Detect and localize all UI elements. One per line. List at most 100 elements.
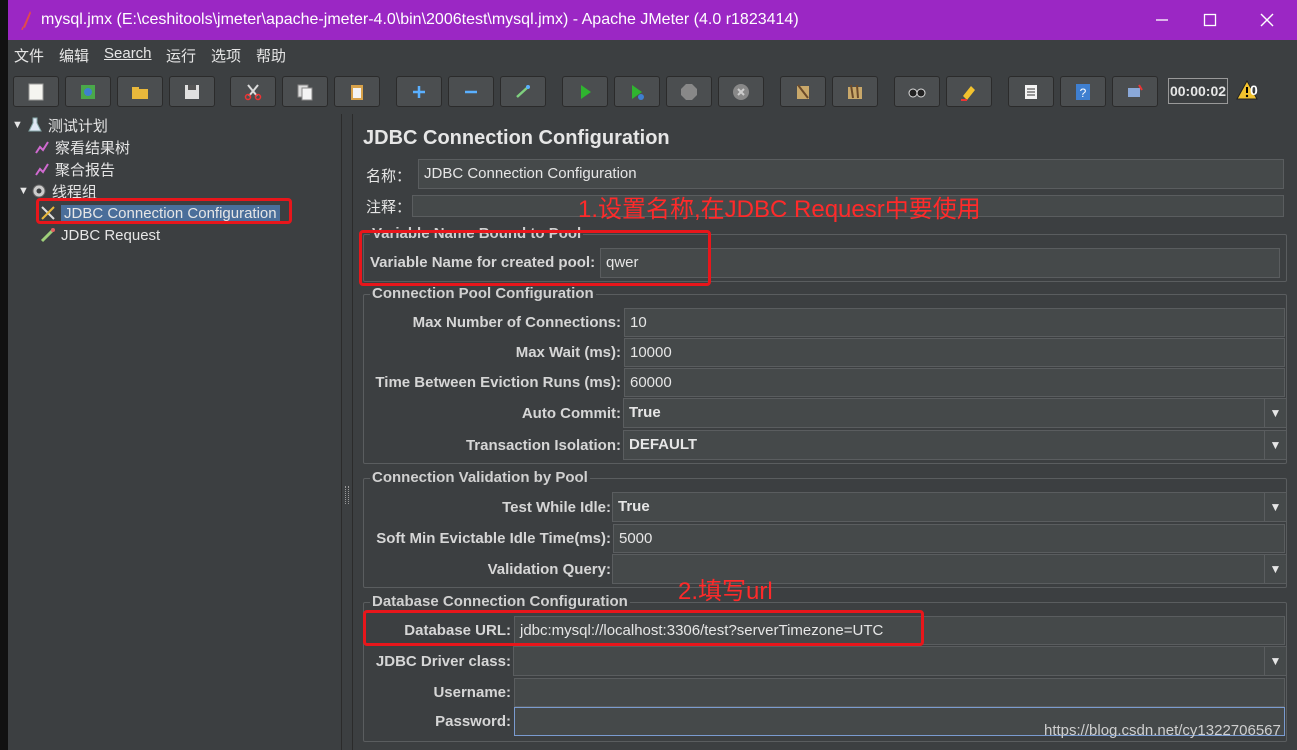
shutdown-icon xyxy=(733,83,749,100)
jmeter-window: mysql.jmx (E:\ceshitools\jmeter\apache-j… xyxy=(8,0,1297,750)
start-no-pause-icon xyxy=(632,84,644,100)
function-helper-button[interactable] xyxy=(1008,76,1054,107)
menu-run[interactable]: 运行 xyxy=(166,45,196,66)
save-icon xyxy=(185,84,199,99)
save-button[interactable] xyxy=(169,76,215,107)
username-input[interactable] xyxy=(514,678,1285,707)
clear-button[interactable] xyxy=(780,76,826,107)
help-button[interactable]: ? xyxy=(1060,76,1106,107)
annotation-box-url xyxy=(363,610,924,646)
isolation-label: Transaction Isolation: xyxy=(465,437,621,454)
toggle-icon xyxy=(516,84,530,98)
cut-icon xyxy=(244,83,262,100)
watermark: https://blog.csdn.net/cy1322706567 xyxy=(1044,722,1281,739)
close-icon[interactable] xyxy=(1253,6,1281,34)
soft-min-input[interactable]: 5000 xyxy=(613,524,1285,553)
eviction-input[interactable]: 60000 xyxy=(624,368,1285,397)
tree-item-jdbc-request[interactable]: JDBC Request xyxy=(40,224,160,246)
stop-icon xyxy=(681,83,697,100)
clear-icon xyxy=(797,83,809,99)
elapsed-timer: 00:00:02 xyxy=(1168,78,1228,104)
thread-group-icon xyxy=(32,184,46,198)
test-idle-label: Test While Idle: xyxy=(502,499,611,516)
new-button[interactable] xyxy=(13,76,59,107)
search-icon xyxy=(908,88,926,97)
expand-icon xyxy=(413,85,425,98)
toolbar: ? 00:00:02 0 xyxy=(8,70,1297,114)
open-button[interactable] xyxy=(117,76,163,107)
new-icon xyxy=(28,83,44,100)
validation-query-label: Validation Query: xyxy=(487,561,611,578)
annotation-box-tree xyxy=(36,198,292,224)
jmeter-feather-icon xyxy=(21,11,31,30)
clear-all-icon xyxy=(848,84,862,99)
paste-icon xyxy=(351,84,363,100)
toggle-button[interactable] xyxy=(500,76,546,107)
search-button[interactable] xyxy=(894,76,940,107)
minimize-icon[interactable] xyxy=(1148,6,1176,34)
cut-button[interactable] xyxy=(230,76,276,107)
tree-item-aggregate-report[interactable]: 聚合报告 xyxy=(34,158,115,180)
drag-handle-icon[interactable] xyxy=(345,486,349,504)
driver-class-select[interactable]: ▼ xyxy=(513,646,1287,676)
shutdown-button[interactable] xyxy=(718,76,764,107)
chevron-down-icon[interactable]: ▼ xyxy=(1264,399,1286,427)
comment-label: 注释： xyxy=(366,199,412,216)
expand-arrow-icon[interactable]: ▼ xyxy=(12,119,23,131)
annotation-box-variable xyxy=(359,230,711,286)
soft-min-label: Soft Min Evictable Idle Time(ms): xyxy=(376,530,611,547)
collapse-icon xyxy=(465,90,477,93)
expand-button[interactable] xyxy=(396,76,442,107)
paste-button[interactable] xyxy=(334,76,380,107)
sampler-icon xyxy=(40,228,55,243)
listener-icon xyxy=(35,141,49,154)
split-pane-divider[interactable] xyxy=(341,114,353,750)
max-wait-label: Max Wait (ms): xyxy=(515,344,621,361)
isolation-select[interactable]: DEFAULT ▼ xyxy=(623,430,1287,460)
menu-file[interactable]: 文件 xyxy=(14,45,44,66)
test-idle-select[interactable]: True ▼ xyxy=(612,492,1287,522)
test-plan-icon xyxy=(28,117,42,132)
expand-arrow-icon[interactable]: ▼ xyxy=(18,185,29,197)
menu-edit[interactable]: 编辑 xyxy=(59,45,89,66)
listener-icon xyxy=(35,163,49,176)
tree-item-result-tree[interactable]: 察看结果树 xyxy=(34,136,130,158)
name-input[interactable]: JDBC Connection Configuration xyxy=(418,159,1284,189)
collapse-button[interactable] xyxy=(448,76,494,107)
username-label: Username: xyxy=(433,684,511,701)
eviction-label: Time Between Eviction Runs (ms): xyxy=(375,374,621,391)
clear-all-button[interactable] xyxy=(832,76,878,107)
menu-bar: 文件 编辑 Search 运行 选项 帮助 xyxy=(8,40,1297,67)
password-label: Password: xyxy=(435,713,511,730)
max-wait-input[interactable]: 10000 xyxy=(624,338,1285,367)
name-label: 名称： xyxy=(366,168,412,185)
warning-count: 0 xyxy=(1250,82,1258,98)
start-button[interactable] xyxy=(562,76,608,107)
remote-button[interactable] xyxy=(1112,76,1158,107)
stop-button[interactable] xyxy=(666,76,712,107)
validation-group-title: Connection Validation by Pool xyxy=(370,469,590,486)
reset-search-button[interactable] xyxy=(946,76,992,107)
templates-button[interactable] xyxy=(65,76,111,107)
title-bar: mysql.jmx (E:\ceshitools\jmeter\apache-j… xyxy=(8,0,1297,40)
max-connections-input[interactable]: 10 xyxy=(624,308,1285,337)
menu-search[interactable]: Search xyxy=(104,45,152,62)
pool-config-group-title: Connection Pool Configuration xyxy=(370,285,596,302)
menu-options[interactable]: 选项 xyxy=(211,45,241,66)
start-no-pause-button[interactable] xyxy=(614,76,660,107)
chevron-down-icon[interactable]: ▼ xyxy=(1264,647,1286,675)
maximize-icon[interactable] xyxy=(1196,6,1224,34)
auto-commit-select[interactable]: True ▼ xyxy=(623,398,1287,428)
auto-commit-label: Auto Commit: xyxy=(521,405,621,422)
copy-button[interactable] xyxy=(282,76,328,107)
templates-icon xyxy=(81,84,95,99)
chevron-down-icon[interactable]: ▼ xyxy=(1264,493,1286,521)
chevron-down-icon[interactable]: ▼ xyxy=(1264,555,1286,583)
menu-help[interactable]: 帮助 xyxy=(256,45,286,66)
driver-class-label: JDBC Driver class: xyxy=(375,653,511,670)
copy-icon xyxy=(297,84,313,100)
chevron-down-icon[interactable]: ▼ xyxy=(1264,431,1286,459)
tree-item-test-plan[interactable]: ▼ 测试计划 xyxy=(12,114,108,136)
desktop-edge xyxy=(0,0,8,750)
open-icon xyxy=(132,86,148,99)
